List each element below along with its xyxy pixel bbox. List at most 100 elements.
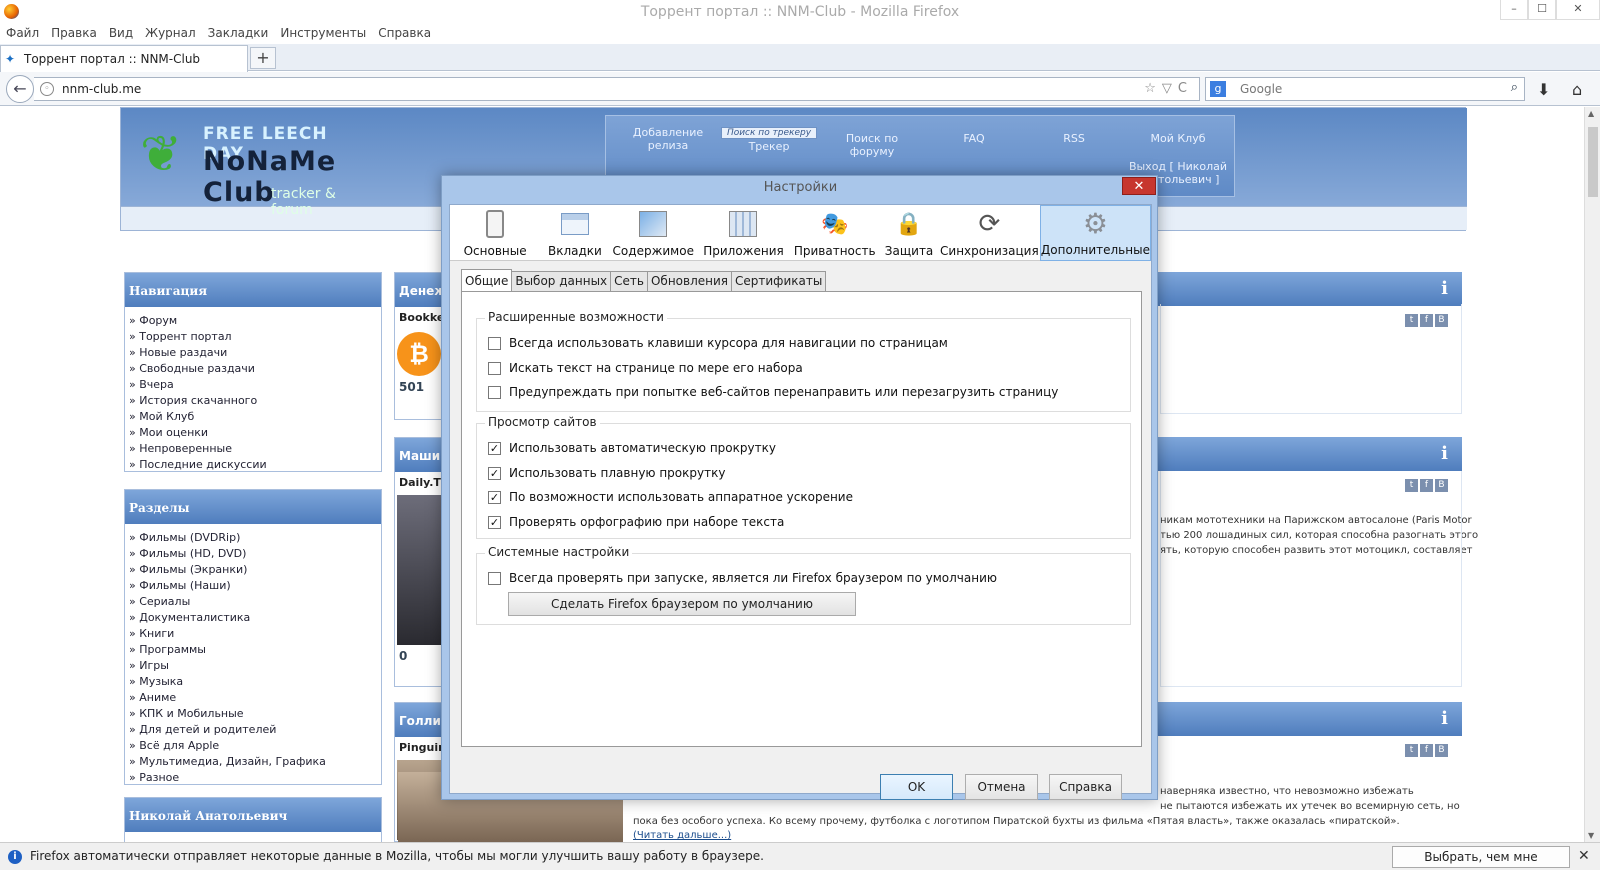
news-title[interactable]: Денеж xyxy=(395,273,445,307)
menu-help[interactable]: Справка xyxy=(378,24,431,44)
pane-sync[interactable]: ⟳ Синхронизация xyxy=(939,205,1040,261)
section-link[interactable]: » Игры xyxy=(129,658,381,674)
section-link[interactable]: » Для детей и родителей xyxy=(129,722,381,738)
section-link[interactable]: » Разное xyxy=(129,770,381,786)
nav-tracker[interactable]: Трекер xyxy=(721,140,817,153)
menu-view[interactable]: Вид xyxy=(109,24,133,44)
url-bar[interactable]: ◦ nnm-club.me ☆▽C xyxy=(34,77,1200,101)
nav-link[interactable]: » Свободные раздачи xyxy=(129,361,381,377)
scrollbar-thumb[interactable] xyxy=(1588,127,1598,197)
google-engine-icon[interactable]: g xyxy=(1210,81,1226,97)
nav-link[interactable]: » Мои оценки xyxy=(129,425,381,441)
info-icon[interactable]: i xyxy=(1441,278,1448,299)
option-cursor-keys[interactable]: Всегда использовать клавиши курсора для … xyxy=(488,336,948,350)
menu-file[interactable]: Файл xyxy=(6,24,39,44)
pane-advanced[interactable]: ⚙ Дополнительные xyxy=(1039,205,1151,261)
nav-link[interactable]: » Торрент портал xyxy=(129,329,381,345)
news-subtitle[interactable]: Pinguir xyxy=(395,737,445,758)
comment-count[interactable]: 501 xyxy=(395,376,445,398)
section-link[interactable]: » Фильмы (Наши) xyxy=(129,578,381,594)
menu-bookmarks[interactable]: Закладки xyxy=(208,24,269,44)
url-bar-actions-icons[interactable]: ☆▽C xyxy=(1144,81,1193,96)
nav-faq[interactable]: FAQ xyxy=(924,132,1024,145)
section-link[interactable]: » Книги xyxy=(129,626,381,642)
option-hardware-acceleration[interactable]: ✓ По возможности использовать аппаратное… xyxy=(488,490,853,504)
cancel-button[interactable]: Отмена xyxy=(965,774,1038,800)
option-autoscroll[interactable]: ✓ Использовать автоматическую прокрутку xyxy=(488,441,776,455)
pane-security[interactable]: 🔒 Защита xyxy=(879,205,938,261)
info-icon[interactable]: i xyxy=(1441,443,1448,464)
checkbox-checked[interactable]: ✓ xyxy=(488,490,501,504)
nav-link[interactable]: » Непроверенные xyxy=(129,441,381,457)
checkbox[interactable] xyxy=(488,385,501,399)
pane-general[interactable]: Основные xyxy=(450,205,540,261)
site-logo[interactable]: ❦ FREE LEECH DAY NoNaMe Club tracker & f… xyxy=(125,124,375,218)
maximize-button[interactable]: ☐ xyxy=(1528,0,1556,20)
help-button[interactable]: Справка xyxy=(1049,774,1122,800)
news-title[interactable]: Маши xyxy=(395,438,445,472)
subtab-updates[interactable]: Обновления xyxy=(646,271,733,291)
url-text[interactable]: nnm-club.me xyxy=(62,82,141,96)
news-title[interactable]: Голли xyxy=(395,703,445,737)
facebook-icon[interactable]: f xyxy=(1420,744,1433,757)
menu-tools[interactable]: Инструменты xyxy=(280,24,366,44)
close-window-button[interactable]: ✕ xyxy=(1556,0,1600,20)
nav-forum-search[interactable]: Поиск по форуму xyxy=(822,132,922,158)
section-link[interactable]: » Всё для Apple xyxy=(129,738,381,754)
close-notification-icon[interactable]: ✕ xyxy=(1578,848,1590,864)
search-icon[interactable]: ⌕ xyxy=(1511,80,1518,95)
new-tab-button[interactable]: + xyxy=(250,47,276,69)
comment-count[interactable]: 0 xyxy=(395,645,445,667)
ok-button[interactable]: OK xyxy=(880,774,953,800)
pane-content[interactable]: Содержимое xyxy=(610,205,697,261)
nav-rss[interactable]: RSS xyxy=(1024,132,1124,145)
section-link[interactable]: » Фильмы (HD, DVD) xyxy=(129,546,381,562)
news-subtitle[interactable]: Daily.T xyxy=(395,472,445,493)
nav-link[interactable]: » Форум xyxy=(129,313,381,329)
checkbox[interactable] xyxy=(488,361,501,375)
tracker-search-input[interactable]: Поиск по трекеру xyxy=(721,127,817,139)
option-spellcheck[interactable]: ✓ Проверять орфографию при наборе текста xyxy=(488,515,784,529)
section-link[interactable]: » Аниме xyxy=(129,690,381,706)
browser-tab[interactable]: ✦ Торрент портал :: NNM-Club xyxy=(0,45,248,72)
scroll-down-arrow-icon[interactable]: ▼ xyxy=(1588,831,1594,840)
option-check-default-browser[interactable]: Всегда проверять при запуске, является л… xyxy=(488,571,997,585)
subtab-certificates[interactable]: Сертификаты xyxy=(731,271,827,291)
checkbox-checked[interactable]: ✓ xyxy=(488,515,501,529)
vk-icon[interactable]: B xyxy=(1435,744,1448,757)
menu-edit[interactable]: Правка xyxy=(51,24,97,44)
checkbox-checked[interactable]: ✓ xyxy=(488,466,501,480)
checkbox[interactable] xyxy=(488,571,501,585)
dialog-close-button[interactable]: ✕ xyxy=(1122,177,1156,195)
subtab-network[interactable]: Сеть xyxy=(610,271,648,291)
section-link[interactable]: » Музыка xyxy=(129,674,381,690)
nav-link[interactable]: » Мой Клуб xyxy=(129,409,381,425)
pane-privacy[interactable]: 🎭 Приватность xyxy=(790,205,879,261)
back-button[interactable]: ← xyxy=(6,75,34,103)
section-link[interactable]: » Программы xyxy=(129,642,381,658)
option-warn-redirect[interactable]: Предупреждать при попытке веб-сайтов пер… xyxy=(488,385,1058,399)
checkbox-checked[interactable]: ✓ xyxy=(488,441,501,455)
download-arrow-icon[interactable]: ⬇ xyxy=(1537,80,1550,99)
scroll-up-arrow-icon[interactable]: ▲ xyxy=(1588,109,1594,118)
section-link[interactable]: » КПК и Мобильные xyxy=(129,706,381,722)
section-link[interactable]: » Фильмы (Экранки) xyxy=(129,562,381,578)
section-link[interactable]: » Сериалы xyxy=(129,594,381,610)
home-icon[interactable]: ⌂ xyxy=(1572,80,1582,99)
pane-tabs[interactable]: Вкладки xyxy=(540,205,609,261)
pane-applications[interactable]: Приложения xyxy=(697,205,790,261)
info-icon[interactable]: i xyxy=(1441,708,1448,729)
subtab-data-choices[interactable]: Выбор данных xyxy=(511,271,612,291)
nav-link[interactable]: » Вчера xyxy=(129,377,381,393)
make-default-browser-button[interactable]: Сделать Firefox браузером по умолчанию xyxy=(508,592,856,616)
twitter-icon[interactable]: t xyxy=(1405,744,1418,757)
read-more-link[interactable]: (Читать дальше...) xyxy=(633,828,731,842)
firefox-logo-icon[interactable] xyxy=(4,4,19,19)
nav-link[interactable]: » Последние дискуссии xyxy=(129,457,381,473)
minimize-button[interactable]: – xyxy=(1500,0,1528,20)
option-smooth-scroll[interactable]: ✓ Использовать плавную прокрутку xyxy=(488,466,725,480)
choose-what-to-share-button[interactable]: Выбрать, чем мне поделиться xyxy=(1392,846,1570,868)
search-bar[interactable]: g Google ⌕ xyxy=(1205,77,1525,101)
subtab-general[interactable]: Общие xyxy=(461,269,513,291)
nav-link[interactable]: » История скачанного xyxy=(129,393,381,409)
